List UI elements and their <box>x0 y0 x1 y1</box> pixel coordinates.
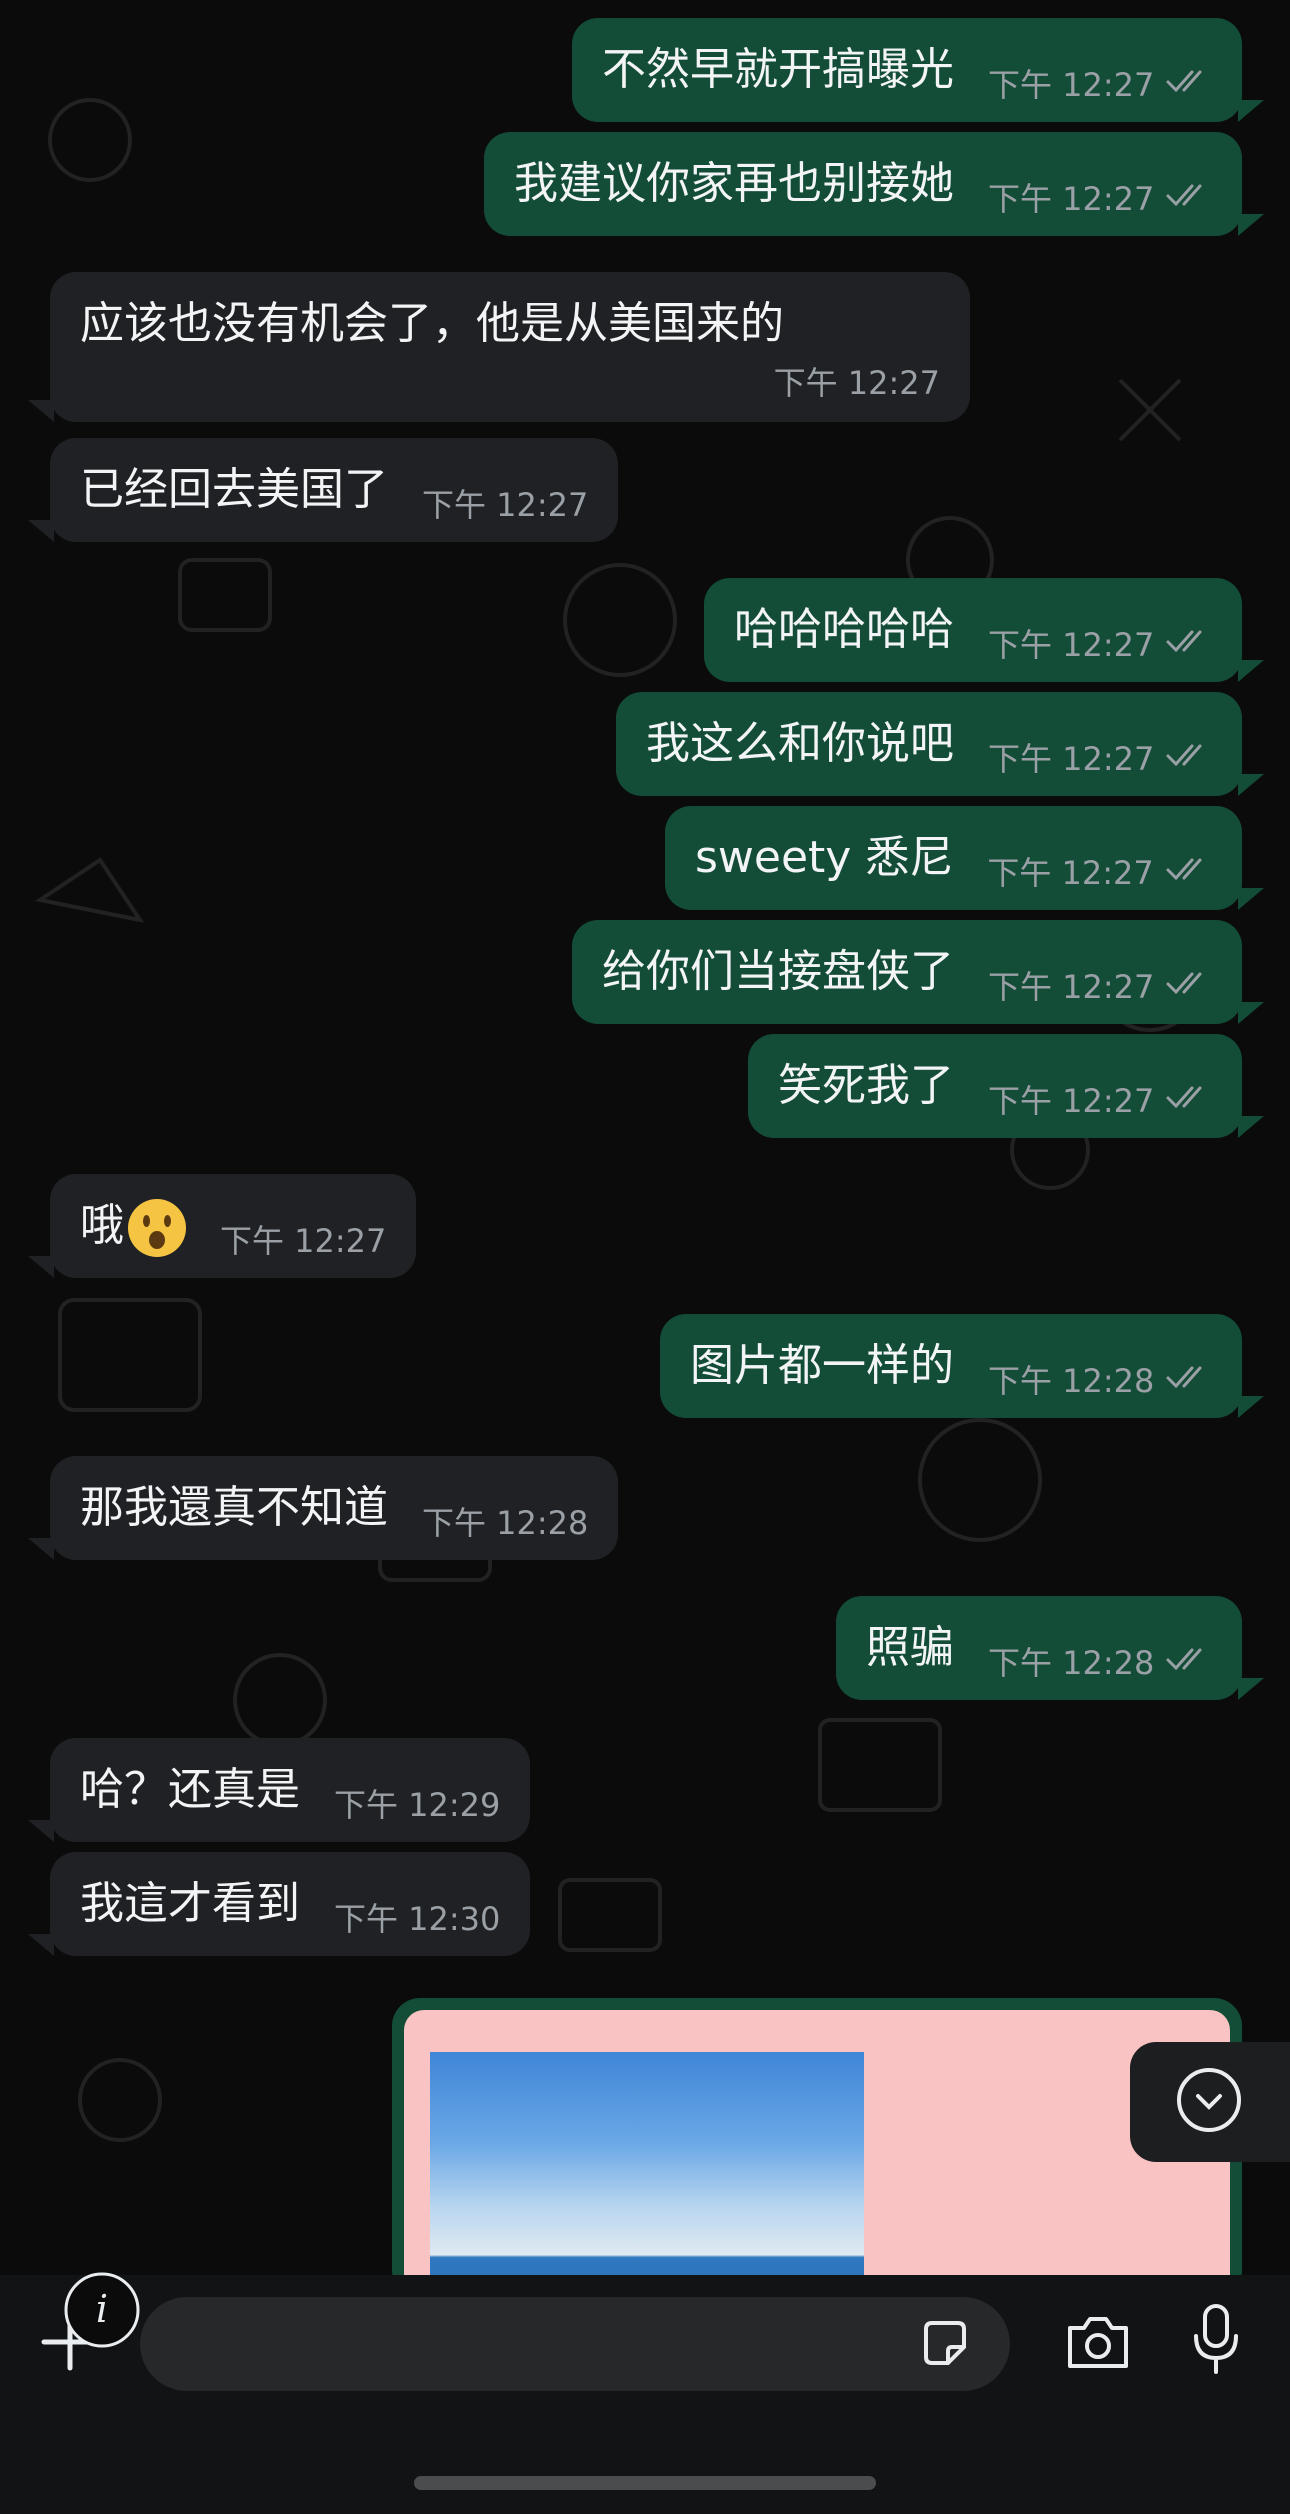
home-indicator <box>414 2476 876 2490</box>
incoming-message[interactable]: 那我還真不知道 下午 12:28 <box>50 1456 619 1560</box>
message-text: 哦 <box>80 1196 186 1257</box>
message-timestamp: 下午 12:27 <box>988 740 1155 778</box>
message-timestamp: 下午 12:27 <box>988 968 1155 1006</box>
double-check-icon <box>1154 178 1212 216</box>
message-text: 笑死我了 <box>778 1060 954 1111</box>
message-meta: 下午 12:30 <box>334 1894 500 1940</box>
double-check-icon <box>1154 1080 1212 1118</box>
double-check-icon <box>1154 738 1212 776</box>
bubble-tail <box>28 400 54 422</box>
bubble-tail <box>1238 1678 1264 1700</box>
message-meta: 下午 12:28 <box>422 1498 588 1544</box>
bubble-tail <box>1238 1116 1264 1138</box>
info-icon[interactable]: i <box>62 2270 142 2350</box>
bubble-tail <box>1238 660 1264 682</box>
message-meta: 下午 12:27 <box>988 174 1212 220</box>
bubble-tail <box>1238 774 1264 796</box>
bubble-tail <box>1238 888 1264 910</box>
message-text: 哈？还真是 <box>80 1764 300 1815</box>
double-check-icon <box>1154 852 1212 890</box>
message-meta: 下午 12:27 <box>988 620 1212 666</box>
message-meta: 下午 12:27 <box>774 358 940 404</box>
astonished-face-emoji-icon <box>128 1198 186 1257</box>
sticker-icon[interactable] <box>916 2315 976 2375</box>
message-timestamp: 下午 12:27 <box>220 1222 387 1260</box>
chat-area: 不然早就开搞曝光 下午 12:27 我建议你家再也别接她 下午 12:27 应该也没有机… <box>0 0 1290 2275</box>
message-meta: 下午 12:27 <box>987 848 1211 894</box>
message-timestamp: 下午 12:28 <box>988 1362 1155 1400</box>
message-text: 给你们当接盘侠了 <box>602 946 954 997</box>
outgoing-message[interactable]: 不然早就开搞曝光 下午 12:27 <box>572 18 1243 122</box>
message-timestamp: 下午 12:28 <box>422 1504 589 1542</box>
message-meta: 下午 12:27 <box>220 1216 386 1262</box>
double-check-icon <box>1154 1642 1212 1680</box>
incoming-message[interactable]: 哈？还真是 下午 12:29 <box>50 1738 531 1842</box>
message-text: 已经回去美国了 <box>80 464 388 515</box>
double-check-icon <box>1154 1360 1212 1398</box>
double-check-icon <box>1154 966 1212 1004</box>
outgoing-message[interactable]: sweety 悉尼 下午 12:27 <box>665 806 1242 910</box>
chevron-down-icon <box>1177 2068 1241 2132</box>
double-check-icon <box>1154 64 1212 102</box>
message-text: 不然早就开搞曝光 <box>602 44 954 95</box>
message-input[interactable] <box>140 2297 1010 2391</box>
outgoing-message[interactable]: 给你们当接盘侠了 下午 12:27 <box>572 920 1243 1024</box>
outgoing-message[interactable]: 哈哈哈哈哈 下午 12:27 <box>704 578 1243 682</box>
message-meta: 下午 12:27 <box>422 480 588 526</box>
svg-text:i: i <box>96 2287 108 2331</box>
message-timestamp: 下午 12:27 <box>422 486 589 524</box>
message-meta: 下午 12:27 <box>988 962 1212 1008</box>
message-timestamp: 下午 12:29 <box>334 1786 501 1824</box>
message-text: 图片都一样的 <box>690 1340 954 1391</box>
bubble-tail <box>28 1934 54 1956</box>
bubble-tail <box>1238 214 1264 236</box>
bubble-tail <box>1238 100 1264 122</box>
bubble-tail <box>28 1256 54 1278</box>
message-timestamp: 下午 12:27 <box>987 854 1154 892</box>
message-timestamp: 下午 12:27 <box>988 66 1155 104</box>
bubble-tail <box>1238 1002 1264 1024</box>
image-message[interactable] <box>392 1998 1242 2298</box>
outgoing-message[interactable]: 我这么和你说吧 下午 12:27 <box>616 692 1243 796</box>
message-text: 那我還真不知道 <box>80 1482 388 1533</box>
message-meta: 下午 12:28 <box>988 1638 1212 1684</box>
message-timestamp: 下午 12:27 <box>988 180 1155 218</box>
message-meta: 下午 12:29 <box>334 1780 500 1826</box>
message-timestamp: 下午 12:27 <box>988 626 1155 664</box>
message-timestamp: 下午 12:27 <box>988 1082 1155 1120</box>
bubble-tail <box>28 1820 54 1842</box>
outgoing-message[interactable]: 我建议你家再也别接她 下午 12:27 <box>484 132 1243 236</box>
image-thumbnail[interactable] <box>430 2052 864 2298</box>
message-timestamp: 下午 12:28 <box>988 1644 1155 1682</box>
message-timestamp: 下午 12:30 <box>334 1900 501 1938</box>
message-meta: 下午 12:27 <box>988 60 1212 106</box>
message-text: 照骗 <box>866 1622 954 1673</box>
message-text: sweety 悉尼 <box>695 832 954 883</box>
outgoing-message[interactable]: 照骗 下午 12:28 <box>836 1596 1243 1700</box>
microphone-icon[interactable] <box>1186 2300 1246 2380</box>
incoming-message[interactable]: 已经回去美国了 下午 12:27 <box>50 438 619 542</box>
message-meta: 下午 12:28 <box>988 1356 1212 1402</box>
message-text: 哈哈哈哈哈 <box>734 604 954 655</box>
message-text: 应该也没有机会了，他是从美国来的 <box>80 298 784 349</box>
incoming-message[interactable]: 应该也没有机会了，他是从美国来的下午 12:27 <box>50 272 970 422</box>
image-preview[interactable] <box>404 2010 1230 2298</box>
message-meta: 下午 12:27 <box>988 734 1212 780</box>
outgoing-message[interactable]: 笑死我了 下午 12:27 <box>748 1034 1243 1138</box>
message-timestamp: 下午 12:27 <box>773 364 940 402</box>
message-text: 我建议你家再也别接她 <box>514 158 954 209</box>
message-text: 我这么和你说吧 <box>646 718 954 769</box>
message-meta: 下午 12:27 <box>988 1076 1212 1122</box>
incoming-message[interactable]: 哦下午 12:27 <box>50 1174 417 1278</box>
bubble-tail <box>28 1538 54 1560</box>
camera-icon[interactable] <box>1062 2310 1134 2376</box>
bubble-tail <box>1238 1396 1264 1418</box>
double-check-icon <box>1154 624 1212 662</box>
incoming-message[interactable]: 我這才看到 下午 12:30 <box>50 1852 531 1956</box>
scroll-to-bottom-button[interactable] <box>1130 2042 1290 2162</box>
message-text: 我這才看到 <box>80 1878 300 1929</box>
outgoing-message[interactable]: 图片都一样的 下午 12:28 <box>660 1314 1243 1418</box>
bubble-tail <box>28 520 54 542</box>
